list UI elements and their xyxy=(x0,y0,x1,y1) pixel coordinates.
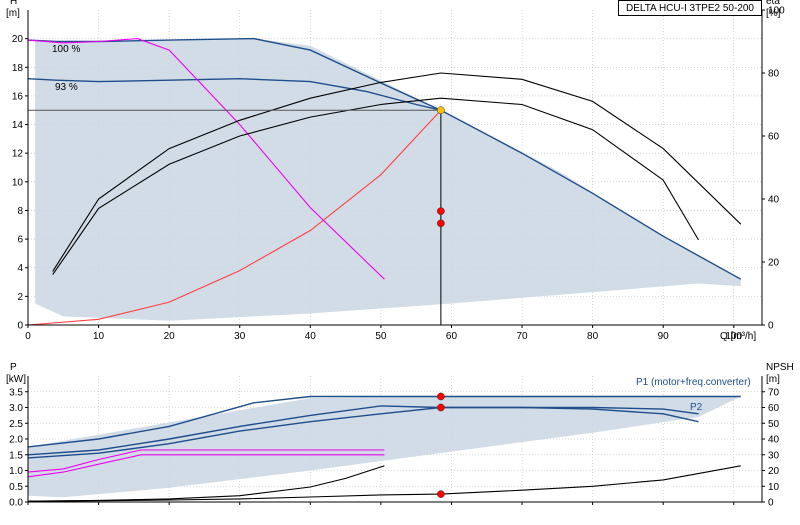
y-tick-label-right: 80 xyxy=(768,69,780,80)
x-tick-label: 10 xyxy=(93,331,105,342)
x-tick-label: 70 xyxy=(516,331,528,342)
curve-label-100: 100 % xyxy=(52,44,80,55)
y-axis-unit-left: [kW] xyxy=(6,374,26,385)
y-axis-unit-right: [m] xyxy=(766,374,780,385)
y-tick-label-left: 1.5 xyxy=(9,450,23,461)
y-tick-label-left: 6 xyxy=(17,235,23,246)
operating-point xyxy=(437,207,445,216)
y-axis-unit-left: [m] xyxy=(6,8,20,19)
x-tick-label: 20 xyxy=(164,331,176,342)
y-tick-label-left: 0 xyxy=(17,321,23,332)
y-tick-label-left: 2.0 xyxy=(9,435,23,446)
y-tick-label-left: 3.5 xyxy=(9,387,23,398)
y-axis-symbol-left: H xyxy=(10,0,17,7)
y-tick-label-left: 0.5 xyxy=(9,482,23,493)
y-tick-label-left: 4 xyxy=(17,263,23,274)
y-axis-symbol-left: P xyxy=(10,362,17,373)
y-tick-label-right: 40 xyxy=(768,435,780,446)
y-tick-label-left: 0.0 xyxy=(9,498,23,509)
series-label-p2: P2 xyxy=(690,402,703,413)
chart-canvas: 02468101214161820020406080100H[m]eta[%]0… xyxy=(6,0,794,509)
x-tick-label: 30 xyxy=(234,331,246,342)
y-tick-label-right: 20 xyxy=(768,258,780,269)
y-axis-symbol-right: eta xyxy=(766,0,780,7)
curve-label-93: 93 % xyxy=(55,82,78,93)
x-tick-label: 0 xyxy=(25,331,31,342)
operating-point xyxy=(437,392,445,401)
y-tick-label-left: 18 xyxy=(12,63,24,74)
y-tick-label-right: 60 xyxy=(768,132,780,143)
x-tick-label: 50 xyxy=(375,331,387,342)
y-tick-label-left: 8 xyxy=(17,206,23,217)
operating-point xyxy=(437,219,445,228)
x-axis-label: Q [m³/h] xyxy=(720,331,756,342)
y-tick-label-right: 60 xyxy=(768,403,780,414)
y-tick-label-right: 50 xyxy=(768,419,780,430)
x-tick-label: 90 xyxy=(658,331,670,342)
y-tick-label-left: 10 xyxy=(12,177,24,188)
x-tick-label: 80 xyxy=(587,331,599,342)
y-tick-label-left: 2 xyxy=(17,292,23,303)
y-tick-label-left: 1.0 xyxy=(9,466,23,477)
operating-point xyxy=(437,106,445,115)
y-tick-label-right: 30 xyxy=(768,450,780,461)
y-tick-label-left: 12 xyxy=(12,149,24,160)
y-tick-label-left: 16 xyxy=(12,91,24,102)
operating-point xyxy=(437,403,445,412)
y-tick-label-right: 40 xyxy=(768,195,780,206)
y-tick-label-right: 20 xyxy=(768,466,780,477)
chart-title: DELTA HCU-I 3TPE2 50-200 xyxy=(618,0,762,16)
x-tick-label: 40 xyxy=(305,331,317,342)
y-tick-label-right: 0 xyxy=(768,321,774,332)
y-tick-label-left: 14 xyxy=(12,120,24,131)
y-axis-unit-right: [%] xyxy=(766,8,781,19)
y-tick-label-right: 70 xyxy=(768,387,780,398)
x-tick-label: 60 xyxy=(446,331,458,342)
series-label-p1: P1 (motor+freq.converter) xyxy=(636,377,751,388)
y-axis-symbol-right: NPSH xyxy=(766,362,794,373)
y-tick-label-left: 20 xyxy=(12,34,24,45)
operating-point xyxy=(437,490,445,498)
pump-performance-chart: 0 2 4 6 8 10 12 14 16 18 20 0 20 40 60 80 100 H [m] eta [%] 0… xyxy=(0,0,800,520)
y-tick-label-right: 0 xyxy=(768,498,774,509)
y-tick-label-left: 2.5 xyxy=(9,419,23,430)
y-tick-label-left: 3.0 xyxy=(9,403,23,414)
y-tick-label-right: 10 xyxy=(768,482,780,493)
